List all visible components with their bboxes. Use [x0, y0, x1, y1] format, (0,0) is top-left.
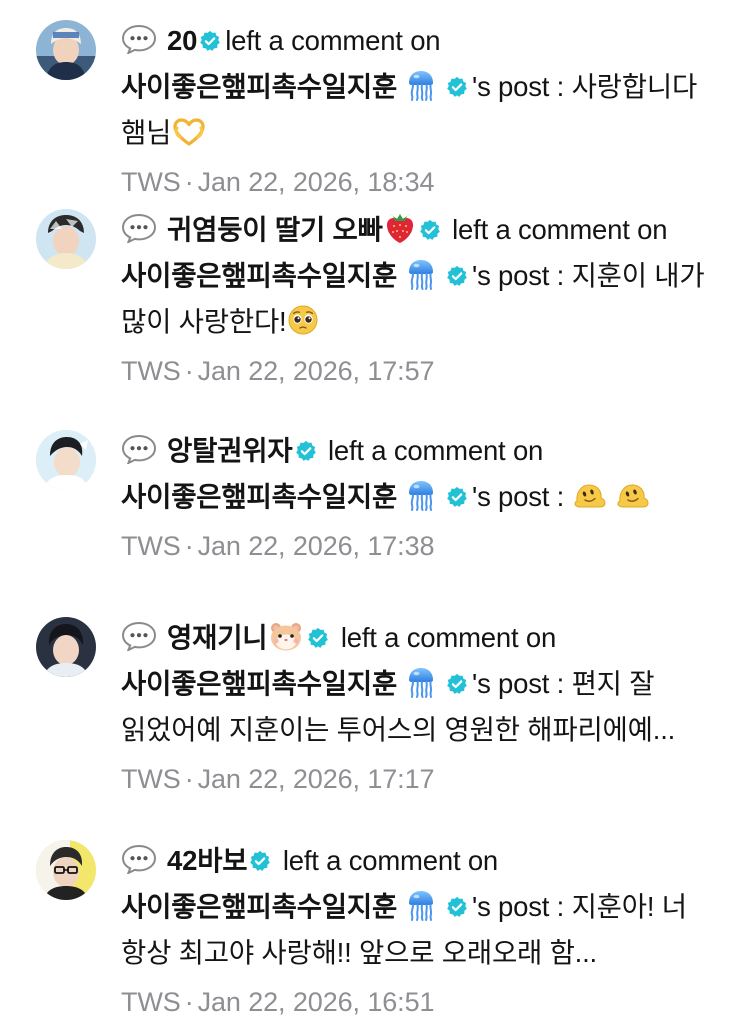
notification-text: 영재기니 left a comment on 사이좋은햎피촉수일지훈 's po…	[121, 615, 721, 753]
source-label: TWS	[121, 356, 181, 386]
action-text: left a comment on	[340, 622, 557, 653]
melting-face-icon	[616, 481, 650, 511]
heart-hands-icon	[172, 117, 206, 147]
timestamp: Jan 22, 2026, 16:51	[197, 987, 435, 1017]
jellyfish-icon	[406, 69, 436, 101]
jellyfish-icon	[406, 479, 436, 511]
post-suffix: 's post :	[472, 668, 572, 699]
target-name[interactable]: 사이좋은햎피촉수일지훈	[121, 891, 397, 922]
verified-badge-icon	[446, 76, 468, 98]
comment-bubble-icon	[121, 844, 157, 874]
pleading-face-icon	[287, 304, 319, 336]
avatar[interactable]	[36, 209, 96, 269]
post-suffix: 's post :	[472, 260, 572, 291]
avatar[interactable]	[36, 617, 96, 677]
comment-bubble-icon	[121, 213, 157, 243]
verified-badge-icon	[199, 30, 221, 52]
user-name[interactable]: 앙탈권위자	[167, 435, 293, 466]
user-name[interactable]: 42바보	[167, 845, 248, 876]
avatar-image	[36, 617, 96, 677]
comment-bubble-icon	[121, 24, 157, 54]
action-text: left a comment on	[452, 214, 668, 245]
notification-text: 42바보 left a comment on 사이좋은햎피촉수일지훈 's po…	[121, 838, 721, 976]
notification-text: 20 left a comment on 사이좋은햎피촉수일지훈 's post …	[121, 18, 721, 156]
notification-text: 앙탈권위자 left a comment on 사이좋은햎피촉수일지훈 's p…	[121, 428, 721, 520]
notification-meta: TWS · Jan 22, 2026, 18:34	[121, 167, 435, 197]
timestamp: Jan 22, 2026, 17:57	[197, 356, 435, 386]
avatar[interactable]	[36, 430, 96, 490]
source-label: TWS	[121, 531, 181, 561]
timestamp: Jan 22, 2026, 18:34	[197, 167, 435, 197]
comment-bubble-icon	[121, 434, 157, 464]
user-name[interactable]: 영재기니	[167, 622, 268, 653]
notification-meta: TWS · Jan 22, 2026, 16:51	[121, 987, 435, 1017]
avatar-image	[36, 209, 96, 269]
target-name[interactable]: 사이좋은햎피촉수일지훈	[121, 481, 397, 512]
action-text: left a comment on	[282, 845, 499, 876]
post-suffix: 's post :	[472, 481, 572, 512]
notification-meta: TWS · Jan 22, 2026, 17:17	[121, 764, 435, 794]
source-label: TWS	[121, 167, 181, 197]
timestamp: Jan 22, 2026, 17:17	[197, 764, 435, 794]
strawberry-icon	[384, 210, 416, 244]
source-label: TWS	[121, 764, 181, 794]
post-suffix: 's post :	[472, 891, 572, 922]
melting-face-icon	[573, 481, 607, 511]
post-suffix: 's post :	[472, 71, 572, 102]
target-name[interactable]: 사이좋은햎피촉수일지훈	[121, 260, 397, 291]
timestamp: Jan 22, 2026, 17:38	[197, 531, 435, 561]
verified-badge-icon	[307, 627, 329, 649]
avatar[interactable]	[36, 840, 96, 900]
avatar[interactable]	[36, 20, 96, 80]
target-name[interactable]: 사이좋은햎피촉수일지훈	[121, 668, 397, 699]
avatar-image	[36, 840, 96, 900]
hamster-icon	[268, 620, 304, 652]
action-text: left a comment on	[327, 435, 544, 466]
verified-badge-icon	[446, 265, 468, 287]
verified-badge-icon	[295, 440, 317, 462]
notification-meta: TWS · Jan 22, 2026, 17:38	[121, 531, 435, 561]
avatar-image	[36, 430, 96, 490]
verified-badge-icon	[249, 850, 271, 872]
user-name[interactable]: 20	[167, 25, 197, 56]
verified-badge-icon	[446, 673, 468, 695]
jellyfish-icon	[406, 666, 436, 698]
source-label: TWS	[121, 987, 181, 1017]
action-text: left a comment on	[225, 25, 441, 56]
jellyfish-icon	[406, 258, 436, 290]
comment-bubble-icon	[121, 621, 157, 651]
verified-badge-icon	[419, 219, 441, 241]
avatar-image	[36, 20, 96, 80]
notification-meta: TWS · Jan 22, 2026, 17:57	[121, 356, 435, 386]
jellyfish-icon	[406, 889, 436, 921]
target-name[interactable]: 사이좋은햎피촉수일지훈	[121, 71, 397, 102]
verified-badge-icon	[446, 486, 468, 508]
notification-text: 귀염둥이 딸기 오빠 left a comment on 사이좋은햎피촉수일지훈…	[121, 207, 721, 345]
user-name[interactable]: 귀염둥이 딸기 오빠	[167, 214, 383, 245]
verified-badge-icon	[446, 896, 468, 918]
